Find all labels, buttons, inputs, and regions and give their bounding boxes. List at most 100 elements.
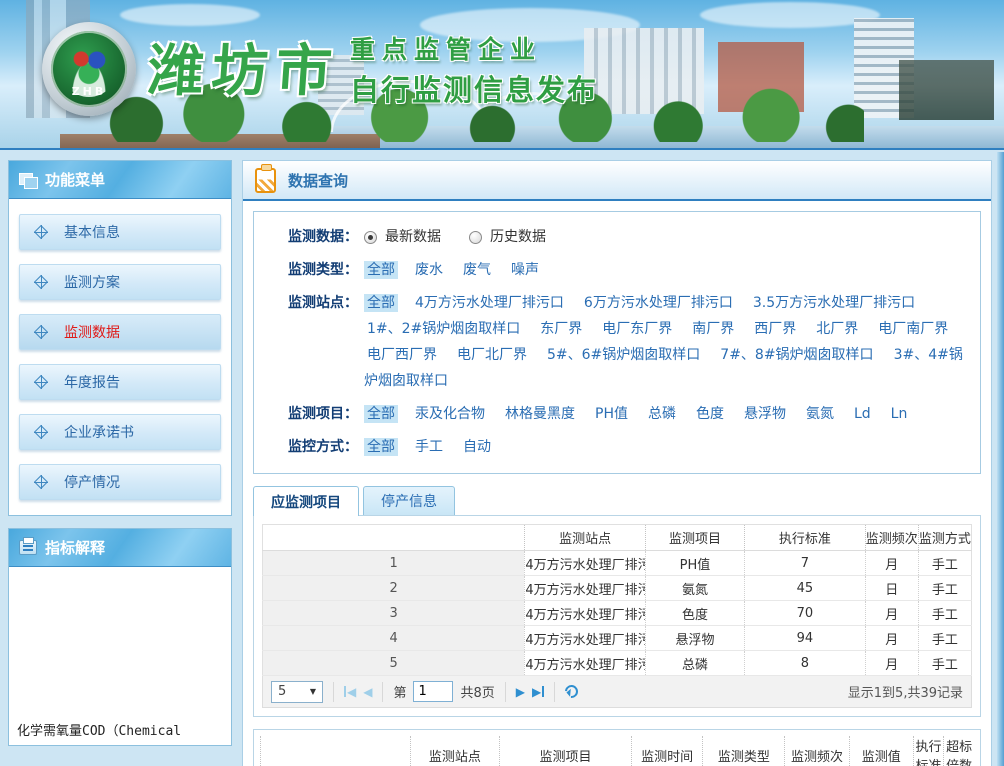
filter-option-link[interactable]: 全部 [364, 261, 398, 279]
menu-item-label: 企业承诺书 [64, 422, 134, 442]
filter-option-link[interactable]: 1#、2#锅炉烟囱取样口 [364, 320, 523, 338]
filter-label-item: 监测项目： [288, 401, 358, 427]
radio-option[interactable]: 历史数据 [469, 224, 546, 250]
filter-option-link[interactable]: 自动 [460, 438, 494, 456]
filter-option-link[interactable]: 5#、6#锅炉烟囱取样口 [544, 346, 703, 364]
sidebar-menu-item[interactable]: 监测数据 [19, 314, 221, 350]
filter-option-link[interactable]: 总磷 [645, 405, 679, 423]
cell-item: PH值 [645, 551, 744, 576]
last-page-button[interactable]: ▶ [532, 685, 544, 699]
pagination-separator [505, 682, 506, 702]
logo-text: ZHB [51, 85, 127, 98]
indicator-panel: 指标解释 化学需氧量COD（Chemical [8, 528, 232, 746]
compass-icon [34, 475, 48, 489]
filter-option-link[interactable]: 电厂北厂界 [454, 346, 530, 364]
filter-option-link[interactable]: 氨氮 [803, 405, 837, 423]
filter-option-link[interactable]: PH值 [592, 405, 631, 423]
filter-option-link[interactable]: Ln [888, 405, 911, 423]
prev-page-button[interactable]: ◀ [363, 685, 372, 699]
menu-item-label: 停产情况 [64, 472, 120, 492]
column-header: 监测类型 [703, 736, 785, 766]
sidebar-menu-item[interactable]: 基本信息 [19, 214, 221, 250]
monitoring-data-panel: 监测站点监测项目监测时间监测类型监测频次监测值执行标准超标倍数 1 1#、2#锅… [253, 729, 981, 766]
cell-item: 色度 [645, 601, 744, 626]
filter-option-link[interactable]: 林格曼黑度 [502, 405, 578, 423]
indicator-scrolling-text: 化学需氧量COD（Chemical [17, 720, 181, 739]
filter-option-link[interactable]: Ld [851, 405, 874, 423]
tab-label: 停产信息 [381, 491, 437, 511]
table-row: 2 4万方污水处理厂排污口 氨氮 45 日 手工 [263, 576, 972, 601]
total-pages-label: 共8页 [460, 682, 494, 701]
tab[interactable]: 应监测项目 [253, 486, 359, 516]
filter-option-link[interactable]: 东厂界 [537, 320, 585, 338]
filter-option-link[interactable]: 噪声 [508, 261, 542, 279]
filter-option-link[interactable]: 全部 [364, 438, 398, 456]
cell-frequency: 月 [865, 601, 918, 626]
sidebar-menu-item[interactable]: 企业承诺书 [19, 414, 221, 450]
filter-label-data: 监测数据： [288, 224, 358, 250]
filter-option-link[interactable]: 4万方污水处理厂排污口 [412, 294, 567, 312]
filter-row-item: 监测项目： 全部汞及化合物林格曼黑度 PH值总磷色度悬浮物氨氮 Ld Ln [288, 401, 966, 427]
table-header-row: 监测站点监测项目监测时间监测类型监测频次监测值执行标准超标倍数 [261, 736, 975, 766]
filter-panel: 监测数据： 最新数据 历史数据 监 [253, 211, 981, 474]
arrow-right-icon: ▶ [516, 685, 525, 699]
filter-option-link[interactable]: 北厂界 [813, 320, 861, 338]
pagination-separator [554, 682, 555, 702]
filter-option-link[interactable]: 7#、8#锅炉烟囱取样口 [717, 346, 876, 364]
filter-option-link[interactable]: 汞及化合物 [412, 405, 488, 423]
filter-option-link[interactable]: 废水 [412, 261, 446, 279]
menu-item-label: 基本信息 [64, 222, 120, 242]
column-header: 超标倍数 [944, 736, 974, 766]
zhb-logo: ZHB [42, 22, 136, 116]
next-page-button[interactable]: ▶ [516, 685, 525, 699]
filter-option-link[interactable]: 电厂南厂界 [875, 320, 951, 338]
column-header: 监测频次 [865, 525, 918, 551]
indicator-header: 指标解释 [9, 529, 231, 567]
filter-option-link[interactable]: 3.5万方污水处理厂排污口 [750, 294, 918, 312]
radio-label: 历史数据 [490, 224, 546, 250]
arrow-left-icon: ◀ [363, 685, 372, 699]
menu-item-label: 监测数据 [64, 322, 120, 342]
cell-standard: 94 [745, 626, 866, 651]
filter-option-link[interactable]: 废气 [460, 261, 494, 279]
filter-option-link[interactable]: 6万方污水处理厂排污口 [581, 294, 736, 312]
filter-option-link[interactable]: 西厂界 [751, 320, 799, 338]
sidebar-menu-item[interactable]: 停产情况 [19, 464, 221, 500]
first-page-button[interactable]: ◀ [344, 685, 356, 699]
filter-label-station: 监测站点： [288, 290, 358, 316]
main-header: 数据查询 [243, 161, 991, 201]
page-number-input[interactable] [413, 681, 453, 702]
filter-option-link[interactable]: 全部 [364, 405, 398, 423]
filter-row-type: 监测类型： 全部废水废气噪声 [288, 257, 966, 283]
column-header: 监测方式 [918, 525, 971, 551]
column-header: 执行标准 [913, 736, 943, 766]
page-title: 数据查询 [288, 170, 348, 191]
filter-option-link[interactable]: 电厂东厂界 [599, 320, 675, 338]
cell-station: 4万方污水处理厂排污口 [525, 601, 646, 626]
caret-down-icon: ▼ [310, 687, 316, 696]
pagination-bar: 5 ▼ ◀ ◀ 第 共8页 ▶ [262, 676, 972, 708]
column-header [263, 525, 525, 551]
menu-item-label: 年度报告 [64, 372, 120, 392]
page-right-edge [997, 152, 1004, 766]
tab[interactable]: 停产信息 [363, 486, 455, 515]
monitoring-plan-table: 监测站点监测项目执行标准监测频次监测方式 1 4万方污水处理厂排污口 PH值 7… [262, 524, 972, 676]
page-size-select[interactable]: 5 ▼ [271, 681, 323, 703]
cell-station: 4万方污水处理厂排污口 [525, 551, 646, 576]
radio-option[interactable]: 最新数据 [364, 224, 441, 250]
last-page-bar-icon [542, 686, 544, 697]
filter-option-link[interactable]: 全部 [364, 294, 398, 312]
sidebar-menu-item[interactable]: 年度报告 [19, 364, 221, 400]
site-banner: ZHB 潍坊市 重点监管企业 自行监测信息发布 [0, 0, 1004, 150]
filter-option-link[interactable]: 悬浮物 [741, 405, 789, 423]
cell-method: 手工 [918, 551, 971, 576]
filter-option-link[interactable]: 手工 [412, 438, 446, 456]
row-number: 1 [263, 551, 525, 576]
refresh-icon[interactable] [563, 682, 581, 700]
filter-option-link[interactable]: 色度 [693, 405, 727, 423]
table-row: 5 4万方污水处理厂排污口 总磷 8 月 手工 [263, 651, 972, 676]
column-header: 监测站点 [410, 736, 499, 766]
filter-option-link[interactable]: 南厂界 [689, 320, 737, 338]
sidebar-menu-item[interactable]: 监测方案 [19, 264, 221, 300]
filter-option-link[interactable]: 电厂西厂界 [364, 346, 440, 364]
